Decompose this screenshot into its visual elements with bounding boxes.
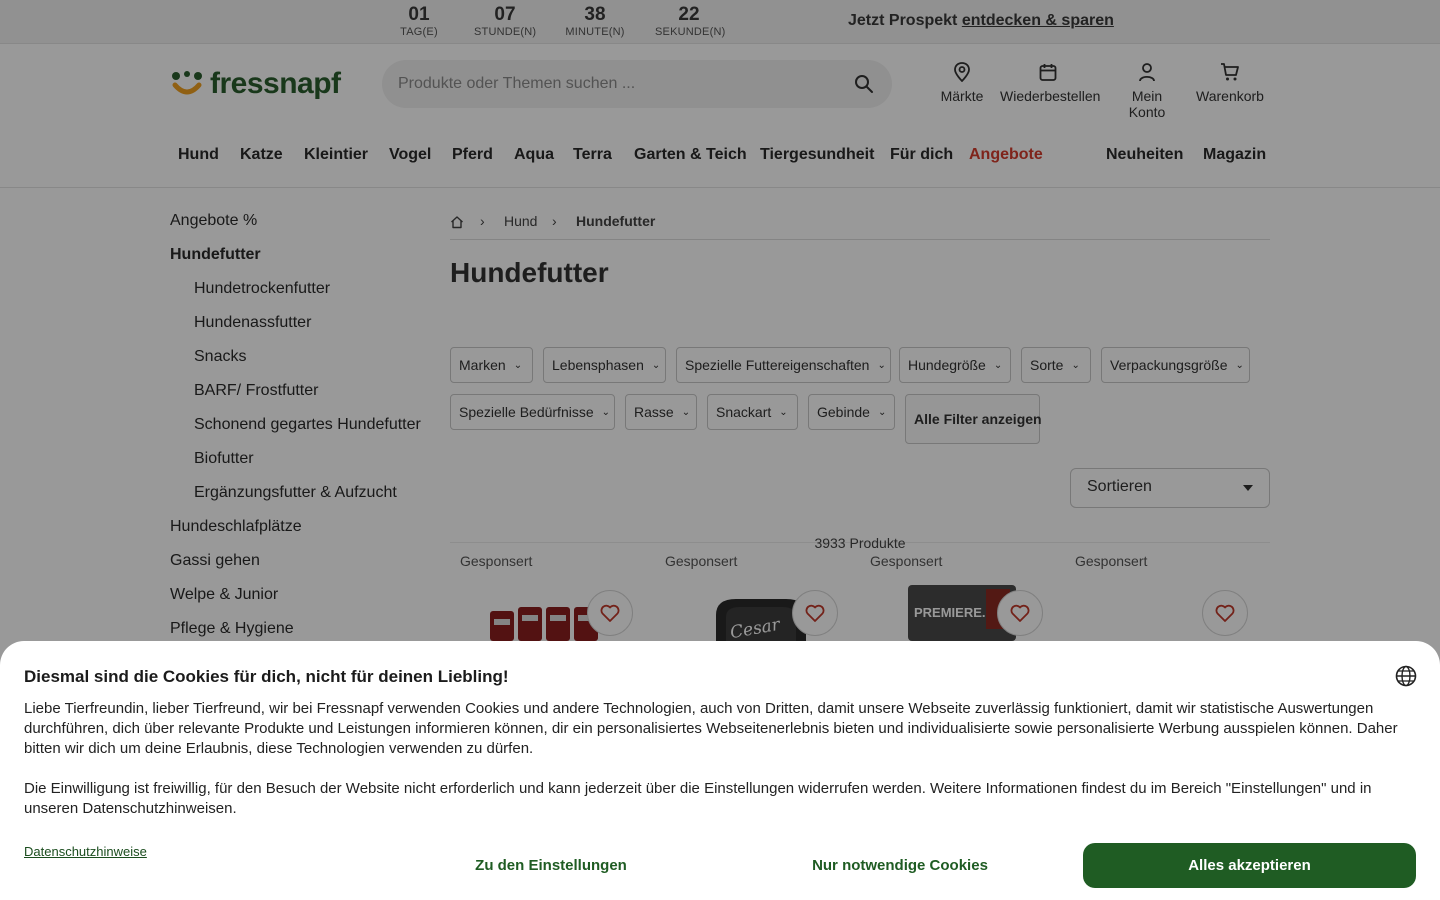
cookie-accept-all-button[interactable]: Alles akzeptieren bbox=[1083, 843, 1416, 888]
globe-icon[interactable] bbox=[1395, 665, 1417, 687]
cookie-text-consent: Die Einwilligung ist freiwillig, für den… bbox=[24, 780, 1372, 817]
cookie-text-intro: Liebe Tierfreundin, lieber Tierfreund, w… bbox=[24, 700, 1398, 757]
cookie-banner: Diesmal sind die Cookies für dich, nicht… bbox=[0, 641, 1440, 900]
cookie-settings-button[interactable]: Zu den Einstellungen bbox=[385, 843, 717, 888]
cookie-title: Diesmal sind die Cookies für dich, nicht… bbox=[24, 667, 509, 686]
privacy-link[interactable]: Datenschutzhinweise bbox=[24, 844, 147, 859]
cookie-necessary-button[interactable]: Nur notwendige Cookies bbox=[734, 843, 1066, 888]
